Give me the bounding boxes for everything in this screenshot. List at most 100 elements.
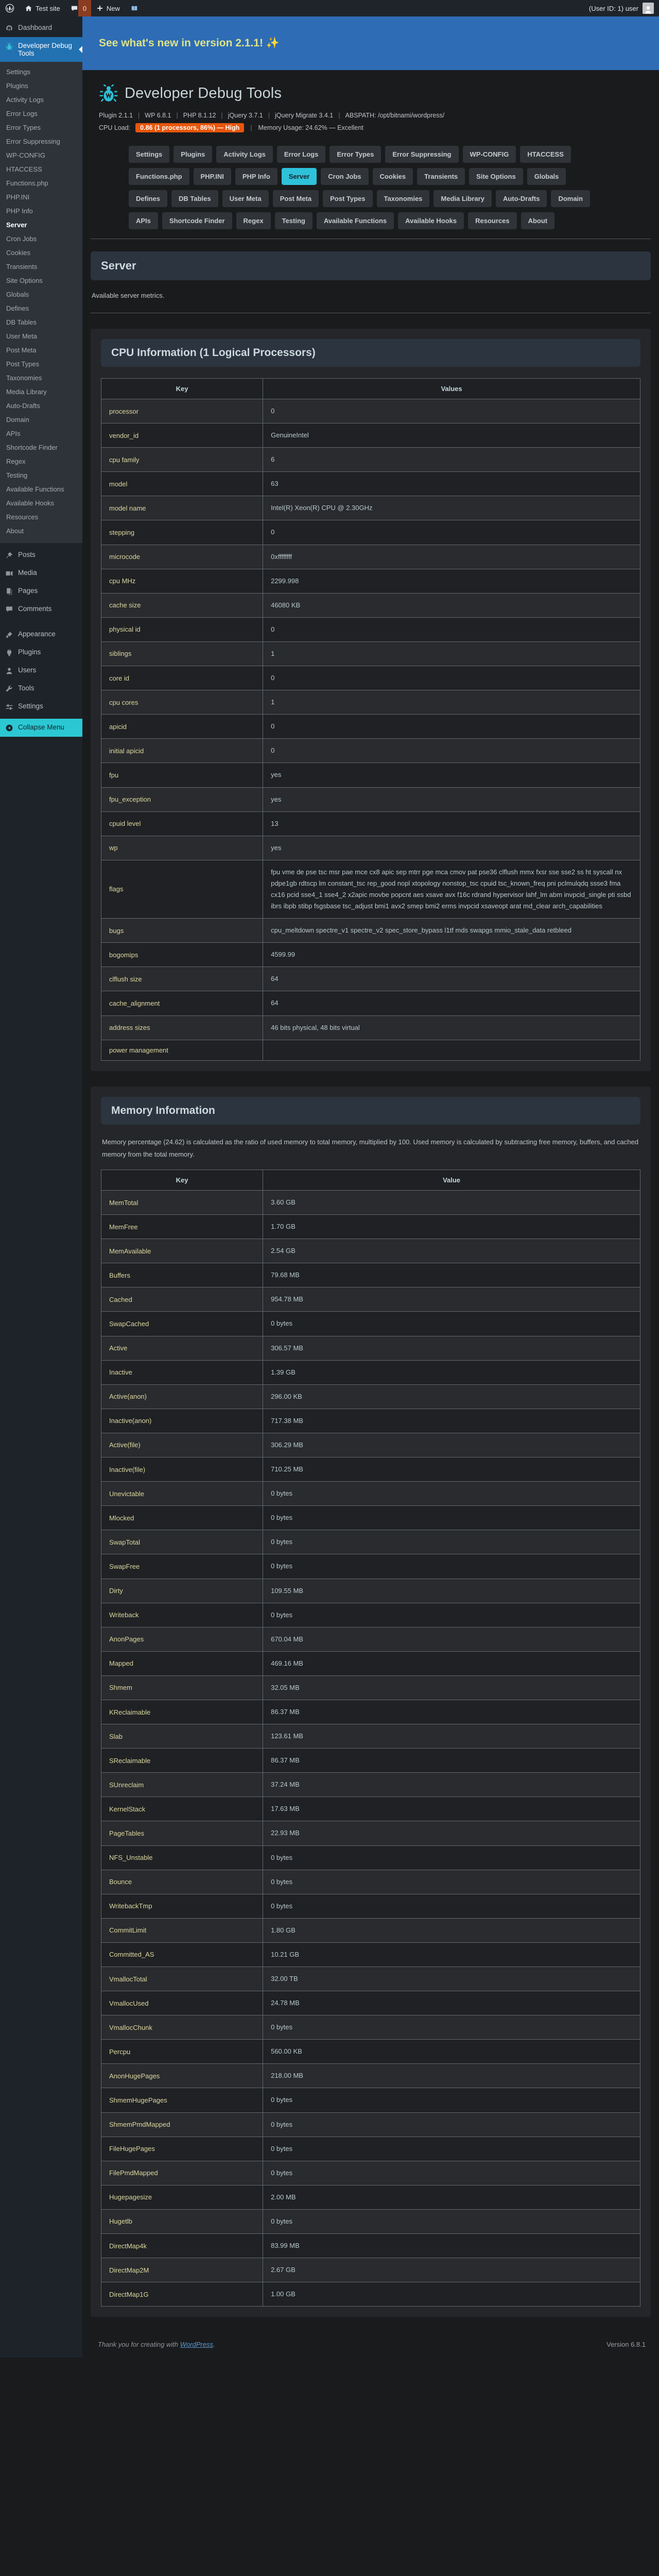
section-tab[interactable]: Shortcode Finder (162, 212, 232, 229)
new-content-menu[interactable]: New (91, 0, 125, 16)
section-tab[interactable]: PHP.INI (194, 168, 231, 185)
sidebar-item-plugins[interactable]: Plugins (0, 643, 82, 662)
plugin-submenu-item[interactable]: HTACCESS (0, 162, 82, 176)
section-tab[interactable]: Error Logs (277, 146, 325, 163)
section-tab[interactable]: Site Options (469, 168, 523, 185)
whats-new-banner[interactable]: See what's new in version 2.1.1! ✨ (82, 16, 659, 70)
plugin-submenu-item[interactable]: Testing (0, 468, 82, 482)
plugin-submenu-item[interactable]: Available Hooks (0, 496, 82, 510)
plugin-submenu-item[interactable]: PHP Info (0, 204, 82, 218)
sidebar-item-users[interactable]: Users (0, 662, 82, 680)
collapse-menu-button[interactable]: Collapse Menu (0, 719, 82, 737)
plugin-submenu-item[interactable]: Server (0, 218, 82, 232)
sidebar-item-posts[interactable]: Posts (0, 546, 82, 564)
section-tab[interactable]: Transients (417, 168, 465, 185)
plugin-submenu-item[interactable]: Media Library (0, 385, 82, 399)
plugin-submenu-item[interactable]: PHP.INI (0, 190, 82, 204)
plugin-submenu-item[interactable]: Cron Jobs (0, 232, 82, 246)
site-name-menu[interactable]: Test site (20, 0, 65, 16)
section-tab[interactable]: Activity Logs (216, 146, 273, 163)
plugin-submenu-item[interactable]: Post Types (0, 357, 82, 371)
plugin-submenu-item[interactable]: Error Suppressing (0, 134, 82, 148)
sidebar-item-tools[interactable]: Tools (0, 680, 82, 698)
plugin-submenu-item[interactable]: Error Logs (0, 107, 82, 121)
section-tab[interactable]: PHP Info (235, 168, 278, 185)
plugin-submenu-item[interactable]: Settings (0, 65, 82, 79)
section-tab[interactable]: User Meta (222, 190, 269, 207)
section-tab[interactable]: Available Functions (317, 212, 394, 229)
plugin-submenu-item[interactable]: APIs (0, 427, 82, 440)
section-tab[interactable]: Error Types (330, 146, 381, 163)
section-tab[interactable]: Globals (527, 168, 566, 185)
sidebar-item-comments[interactable]: Comments (0, 600, 82, 618)
plugin-submenu-item[interactable]: Error Types (0, 121, 82, 134)
row-value: 3.60 GB (263, 1191, 640, 1215)
docs-menu[interactable] (125, 0, 144, 16)
row-key: MemAvailable (101, 1239, 263, 1263)
plugin-submenu-item[interactable]: Domain (0, 413, 82, 427)
sidebar-item-pages[interactable]: Pages (0, 582, 82, 600)
plugin-submenu-item[interactable]: Regex (0, 454, 82, 468)
section-tab[interactable]: Testing (275, 212, 313, 229)
plugin-submenu-item[interactable]: Defines (0, 301, 82, 315)
section-tab[interactable]: Cron Jobs (321, 168, 368, 185)
plugin-submenu-item[interactable]: Shortcode Finder (0, 440, 82, 454)
plugin-submenu-item[interactable]: Plugins (0, 79, 82, 93)
plugin-submenu-item[interactable]: WP-CONFIG (0, 148, 82, 162)
section-tab[interactable]: Regex (236, 212, 271, 229)
comments-menu[interactable] (65, 0, 78, 16)
section-tab[interactable]: Domain (551, 190, 590, 207)
row-value: 79.68 MB (263, 1263, 640, 1287)
plugin-submenu-item[interactable]: Site Options (0, 274, 82, 287)
sidebar-item-developer-debug-tools[interactable]: Developer Debug Tools (0, 37, 82, 62)
page-title: Developer Debug Tools (125, 85, 282, 102)
section-tab[interactable]: Defines (129, 190, 167, 207)
row-value: 0 (263, 739, 640, 763)
section-tab[interactable]: Settings (129, 146, 169, 163)
section-tab[interactable]: Taxonomies (377, 190, 430, 207)
row-key: Slab (101, 1724, 263, 1749)
sidebar-item-settings[interactable]: Settings (0, 698, 82, 716)
section-tab[interactable]: DB Tables (171, 190, 218, 207)
section-tab[interactable]: Post Meta (273, 190, 319, 207)
plugin-submenu-item[interactable]: User Meta (0, 329, 82, 343)
section-tab[interactable]: Server (282, 168, 317, 185)
plugin-submenu-item[interactable]: Activity Logs (0, 93, 82, 107)
section-tab[interactable]: Functions.php (129, 168, 189, 185)
table-row: siblings 1 (101, 641, 640, 666)
section-tab[interactable]: APIs (129, 212, 158, 229)
table-row: SReclaimable 86.37 MB (101, 1749, 640, 1773)
comments-icon (5, 605, 13, 614)
plugin-submenu-item[interactable]: DB Tables (0, 315, 82, 329)
plugin-submenu-item[interactable]: Post Meta (0, 343, 82, 357)
meta-item: jQuery Migrate 3.4.1 (263, 112, 334, 119)
plugin-submenu-item[interactable]: Globals (0, 287, 82, 301)
plugin-submenu-item[interactable]: Available Functions (0, 482, 82, 496)
plugin-submenu-item[interactable]: About (0, 524, 82, 538)
section-tab[interactable]: WP-CONFIG (463, 146, 516, 163)
sidebar-item-appearance[interactable]: Appearance (0, 625, 82, 643)
section-tab[interactable]: Plugins (174, 146, 212, 163)
section-tab[interactable]: Post Types (323, 190, 372, 207)
sidebar-item-media[interactable]: Media (0, 564, 82, 582)
sidebar-item-dashboard[interactable]: Dashboard (0, 16, 82, 37)
row-key: Inactive (101, 1360, 263, 1384)
section-tab[interactable]: Cookies (373, 168, 413, 185)
plugin-submenu-item[interactable]: Resources (0, 510, 82, 524)
plugin-submenu-item[interactable]: Taxonomies (0, 371, 82, 385)
user-account-menu[interactable]: (User ID: 1) user (584, 0, 659, 16)
wordpress-logo-menu[interactable] (0, 0, 20, 16)
section-tab[interactable]: Resources (468, 212, 516, 229)
section-tab[interactable]: Available Hooks (398, 212, 464, 229)
section-tab[interactable]: Auto-Drafts (496, 190, 547, 207)
section-tab[interactable]: Media Library (433, 190, 492, 207)
section-tab[interactable]: Error Suppressing (385, 146, 458, 163)
plugin-submenu-item[interactable]: Transients (0, 260, 82, 274)
comment-count-badge[interactable]: 0 (78, 0, 91, 16)
plugin-submenu-item[interactable]: Cookies (0, 246, 82, 260)
wordpress-link[interactable]: WordPress (180, 2341, 213, 2348)
section-tab[interactable]: HTACCESS (520, 146, 571, 163)
section-tab[interactable]: About (521, 212, 555, 229)
plugin-submenu-item[interactable]: Auto-Drafts (0, 399, 82, 413)
plugin-submenu-item[interactable]: Functions.php (0, 176, 82, 190)
